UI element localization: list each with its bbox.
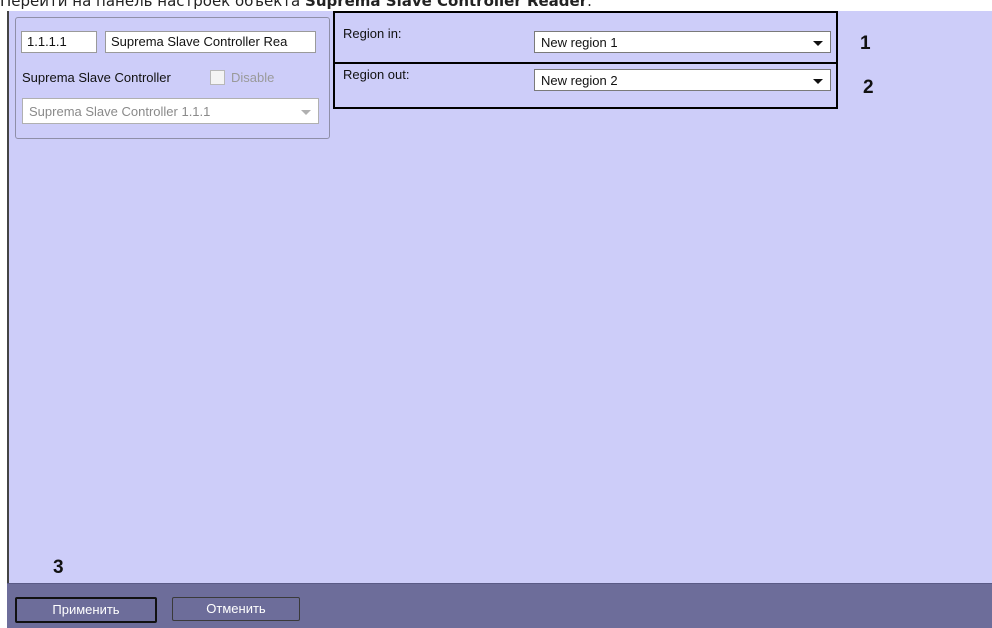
region-in-select[interactable]: New region 1 (534, 31, 831, 53)
disable-label: Disable (231, 70, 275, 85)
object-name-field[interactable]: Suprema Slave Controller Rea (105, 31, 316, 53)
doc-intro-suffix: . (587, 0, 592, 10)
object-id-field[interactable]: 1.1.1.1 (21, 31, 97, 53)
disable-checkbox[interactable] (210, 70, 225, 85)
region-in-value: New region 1 (541, 35, 618, 50)
doc-intro-prefix: Перейти на панель настроек объекта (0, 0, 306, 10)
parent-object-select: Suprema Slave Controller 1.1.1 (22, 98, 319, 124)
callout-number-1: 1 (860, 33, 871, 54)
parent-object-label: Suprema Slave Controller (22, 70, 171, 85)
panel-left-border (7, 11, 9, 627)
chevron-down-icon (813, 79, 823, 84)
region-out-label: Region out: (343, 67, 410, 82)
doc-intro-line: Перейти на панель настроек объекта Supre… (0, 0, 992, 11)
apply-button[interactable]: Применить (15, 597, 157, 623)
region-in-label: Region in: (343, 26, 402, 41)
callout-number-2: 2 (863, 77, 874, 98)
chevron-down-icon (301, 110, 311, 115)
chevron-down-icon (813, 41, 823, 46)
cancel-button[interactable]: Отменить (172, 597, 300, 621)
callout-number-3: 3 (53, 557, 64, 578)
region-out-value: New region 2 (541, 73, 618, 88)
doc-intro-object-name: Suprema Slave Controller Reader (305, 0, 588, 10)
region-out-select[interactable]: New region 2 (534, 69, 831, 91)
parent-object-select-value: Suprema Slave Controller 1.1.1 (29, 104, 211, 119)
